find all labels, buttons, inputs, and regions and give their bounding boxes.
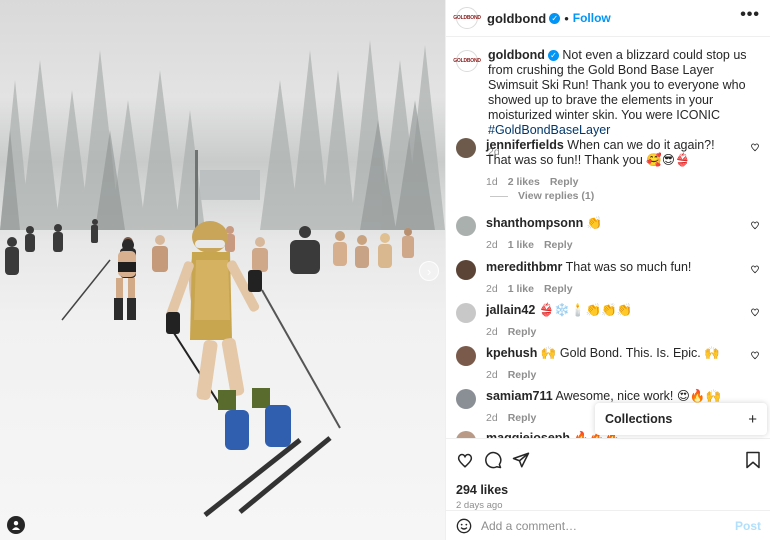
comment-likes[interactable]: 2 likes	[508, 176, 540, 188]
caption-username[interactable]: goldbond	[488, 48, 545, 62]
comment-text: 👏	[586, 216, 603, 230]
avatar[interactable]	[456, 138, 476, 158]
comment-bubble-icon[interactable]	[484, 451, 502, 469]
comment-text: 👙❄️🕯️👏👏👏	[538, 303, 633, 317]
comment-item: meredithbmr That was so much fun! 2d 1 li…	[456, 260, 766, 297]
user-icon	[12, 521, 20, 530]
header-username[interactable]: goldbond	[487, 11, 546, 26]
like-count[interactable]: 294 likes	[456, 483, 761, 497]
comment-input[interactable]: Add a comment…	[481, 519, 577, 533]
heart-icon[interactable]	[750, 264, 760, 274]
reply-button[interactable]: Reply	[544, 239, 573, 251]
emoji-icon[interactable]	[456, 518, 472, 534]
comment-likes[interactable]: 1 like	[508, 283, 534, 295]
comment-username[interactable]: jallain42	[486, 303, 535, 317]
comment-time: 2d	[486, 412, 498, 424]
reply-button[interactable]: Reply	[508, 326, 537, 338]
comment-item: jallain42 👙❄️🕯️👏👏👏 2d Reply	[456, 303, 766, 340]
comment-item: kpehush 🙌 Gold Bond. This. Is. Epic. 🙌 2…	[456, 346, 766, 383]
comment-text: 🙌 Gold Bond. This. Is. Epic. 🙌	[540, 346, 720, 360]
tagged-users-button[interactable]	[7, 516, 25, 534]
avatar[interactable]	[456, 216, 476, 236]
heart-icon[interactable]	[750, 307, 760, 317]
caption-avatar[interactable]: GOLDBOND	[453, 50, 481, 72]
add-collection-icon[interactable]: +	[748, 411, 757, 428]
reply-button[interactable]: Reply	[544, 283, 573, 295]
post-header: GOLDBOND goldbond ✓ • Follow •••	[446, 0, 770, 37]
comment-time: 1d	[486, 176, 498, 188]
follow-button[interactable]: Follow	[573, 11, 611, 25]
post-actions: 294 likes 2 days ago	[446, 438, 770, 511]
like-heart-icon[interactable]	[456, 451, 474, 469]
share-send-icon[interactable]	[512, 451, 530, 469]
comment-time: 2d	[486, 283, 498, 295]
comments-list[interactable]: GOLDBOND goldbond ✓ Not even a blizzard c…	[446, 38, 770, 438]
goldbond-avatar[interactable]: GOLDBOND	[453, 7, 481, 29]
post-photo[interactable]: ›	[0, 0, 445, 540]
collections-popup[interactable]: Collections +	[595, 403, 767, 435]
divider-line	[490, 195, 508, 197]
comment-username[interactable]: shanthompsonn	[486, 216, 583, 230]
more-options-icon[interactable]: •••	[740, 7, 760, 23]
heart-icon[interactable]	[750, 142, 760, 152]
post-detail-panel: GOLDBOND goldbond ✓ • Follow ••• GOLDBON…	[445, 0, 770, 540]
reply-button[interactable]: Reply	[508, 369, 537, 381]
comment-item: shanthompsonn 👏 2d 1 like Reply	[456, 216, 766, 253]
comment-item: jenniferfields When can we do it again?!…	[456, 138, 766, 190]
avatar[interactable]	[456, 431, 476, 438]
comment-username[interactable]: maggiejoseph	[486, 431, 570, 438]
comment-time: 2d	[486, 239, 498, 251]
skiers-scene	[5, 219, 414, 517]
chevron-right-icon: ›	[426, 263, 432, 279]
comment-text: That was so much fun!	[565, 260, 692, 274]
heart-icon[interactable]	[750, 220, 760, 230]
avatar[interactable]	[456, 260, 476, 280]
comment-time: 2d	[486, 369, 498, 381]
avatar[interactable]	[456, 303, 476, 323]
comment-username[interactable]: jenniferfields	[486, 138, 564, 152]
avatar[interactable]	[456, 346, 476, 366]
avatar[interactable]	[456, 389, 476, 409]
view-replies-button[interactable]: View replies (1)	[490, 190, 594, 202]
next-photo-button[interactable]: ›	[419, 261, 439, 281]
caption-hashtag[interactable]: #GoldBondBaseLayer	[488, 123, 748, 138]
bookmark-icon[interactable]	[745, 451, 761, 469]
verified-badge-icon: ✓	[549, 12, 561, 24]
reply-button[interactable]: Reply	[508, 412, 537, 424]
post-comment-button[interactable]: Post	[735, 519, 761, 533]
heart-icon[interactable]	[750, 350, 760, 360]
comment-username[interactable]: samiam711	[486, 389, 553, 403]
collections-label: Collections	[605, 412, 673, 426]
comment-likes[interactable]: 1 like	[508, 239, 534, 251]
comment-username[interactable]: kpehush	[486, 346, 537, 360]
add-comment-bar: Add a comment… Post	[446, 510, 770, 540]
verified-badge-icon: ✓	[547, 50, 559, 61]
reply-button[interactable]: Reply	[550, 176, 579, 188]
comment-time: 2d	[486, 326, 498, 338]
comment-username[interactable]: meredithbmr	[486, 260, 562, 274]
separator-dot: •	[564, 10, 569, 26]
comment-text: Awesome, nice work! 😍🔥🙌	[555, 389, 722, 403]
